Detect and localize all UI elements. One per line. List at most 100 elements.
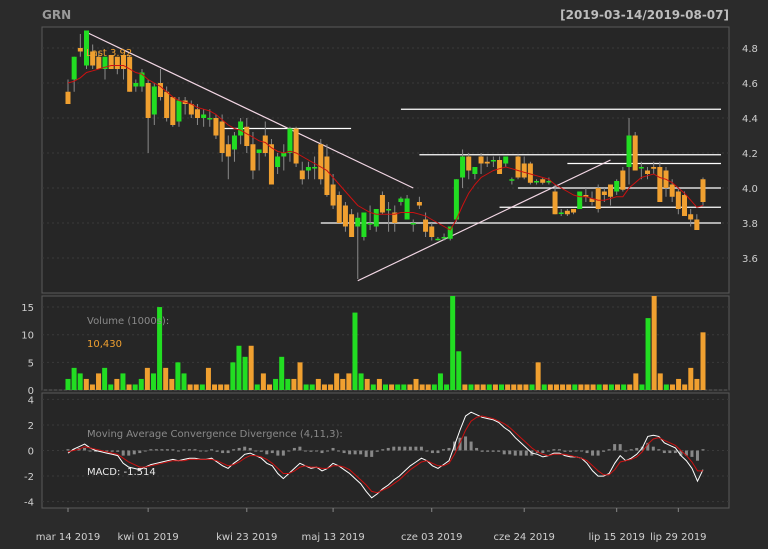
macd-histogram-bar — [160, 449, 164, 451]
candle-up — [287, 128, 293, 153]
macd-tick-label: 0 — [28, 447, 34, 458]
macd-histogram-bar — [176, 450, 180, 452]
candle-up — [447, 226, 453, 239]
macd-histogram-bar — [121, 450, 125, 456]
volume-bar — [236, 345, 242, 390]
candle-down — [552, 191, 558, 215]
volume-bar — [425, 384, 431, 390]
volume-bar — [431, 384, 437, 390]
candle-down — [318, 144, 324, 180]
macd-histogram-bar — [210, 449, 214, 451]
macd-histogram-bar — [447, 447, 451, 451]
candle-down — [608, 184, 614, 197]
volume-bar — [163, 367, 169, 390]
candle-up — [534, 181, 540, 183]
volume-bar — [535, 362, 541, 390]
macd-histogram-bar — [215, 450, 219, 452]
macd-histogram-bar — [436, 450, 440, 454]
macd-histogram-bar — [557, 449, 561, 451]
macd-histogram-bar — [193, 449, 197, 451]
volume-bar — [456, 351, 462, 390]
price-tick-label: 4.2 — [742, 149, 758, 160]
macd-histogram-bar — [348, 450, 352, 455]
volume-bar — [688, 367, 694, 390]
macd-histogram-bar — [259, 450, 263, 452]
volume-bar — [150, 373, 156, 390]
volume-bar — [572, 384, 578, 390]
volume-bar — [676, 378, 682, 390]
macd-tick-label: 2 — [28, 421, 34, 432]
macd-histogram-bar — [502, 450, 506, 455]
volume-bar — [175, 362, 181, 390]
candle-down — [669, 184, 675, 197]
macd-histogram-bar — [149, 449, 153, 451]
candle-down — [521, 163, 527, 178]
macd-histogram-bar — [513, 450, 517, 456]
volume-bar — [669, 384, 675, 390]
macd-histogram-bar — [701, 449, 705, 451]
candle-down — [595, 188, 601, 209]
macd-histogram-bar — [629, 449, 633, 451]
volume-bar — [89, 384, 95, 390]
macd-histogram-bar — [430, 450, 434, 454]
macd-histogram-bar — [657, 449, 661, 451]
candle-up — [441, 237, 447, 239]
volume-bar — [541, 384, 547, 390]
volume-bar — [474, 384, 480, 390]
macd-histogram-bar — [519, 450, 523, 456]
volume-bar — [77, 373, 83, 390]
volume-bar — [266, 384, 272, 390]
macd-histogram-bar — [497, 450, 501, 452]
volume-bar — [71, 367, 77, 390]
candle-down — [188, 104, 194, 115]
candle-up — [305, 167, 311, 171]
x-tick-label: mar 14 2019 — [36, 532, 101, 543]
volume-bar — [230, 362, 236, 390]
macd-histogram-bar — [265, 450, 269, 455]
macd-histogram-bar — [591, 450, 595, 456]
price-tick-label: 4.8 — [742, 44, 758, 55]
volume-bar — [413, 378, 419, 390]
volume-bar — [260, 373, 266, 390]
volume-bar — [321, 384, 327, 390]
candle-down — [682, 195, 688, 216]
volume-bar — [340, 378, 346, 390]
macd-panel: -4 -2 0 2 4 — [24, 392, 730, 509]
volume-bar — [132, 384, 138, 390]
volume-bar — [450, 296, 456, 390]
candle-up — [638, 167, 644, 169]
x-tick-label: maj 13 2019 — [302, 532, 365, 543]
candle-down — [330, 184, 336, 206]
candle-down — [620, 170, 626, 190]
macd-histogram-bar — [281, 450, 285, 456]
macd-histogram-bar — [464, 436, 468, 451]
macd-histogram-bar — [508, 450, 512, 455]
candle-down — [564, 210, 570, 215]
candle-down — [429, 226, 435, 237]
volume-bar — [120, 373, 126, 390]
volume-bar — [334, 373, 340, 390]
volume-bar — [212, 384, 218, 390]
volume-bar — [407, 384, 413, 390]
volume-panel: 051015 — [21, 295, 730, 397]
candle-up — [490, 160, 496, 162]
volume-bar — [627, 384, 633, 390]
macd-histogram-bar — [618, 444, 622, 451]
volume-bar — [584, 384, 590, 390]
volume-bar — [169, 378, 175, 390]
macd-histogram-bar — [165, 449, 169, 451]
candle-up — [256, 149, 262, 153]
candle-up — [133, 83, 139, 87]
candle-up — [577, 191, 583, 209]
volume-tick-label: 5 — [28, 358, 34, 369]
candle-down — [688, 214, 694, 220]
macd-histogram-bar — [287, 450, 291, 452]
price-plot-area — [41, 26, 730, 294]
volume-bar — [352, 312, 358, 390]
candle-up — [71, 56, 77, 80]
macd-histogram-bar — [187, 449, 191, 451]
macd-histogram-bar — [243, 446, 247, 451]
candle-up — [435, 238, 441, 241]
candle-up — [367, 223, 373, 225]
macd-histogram-bar — [580, 450, 584, 452]
